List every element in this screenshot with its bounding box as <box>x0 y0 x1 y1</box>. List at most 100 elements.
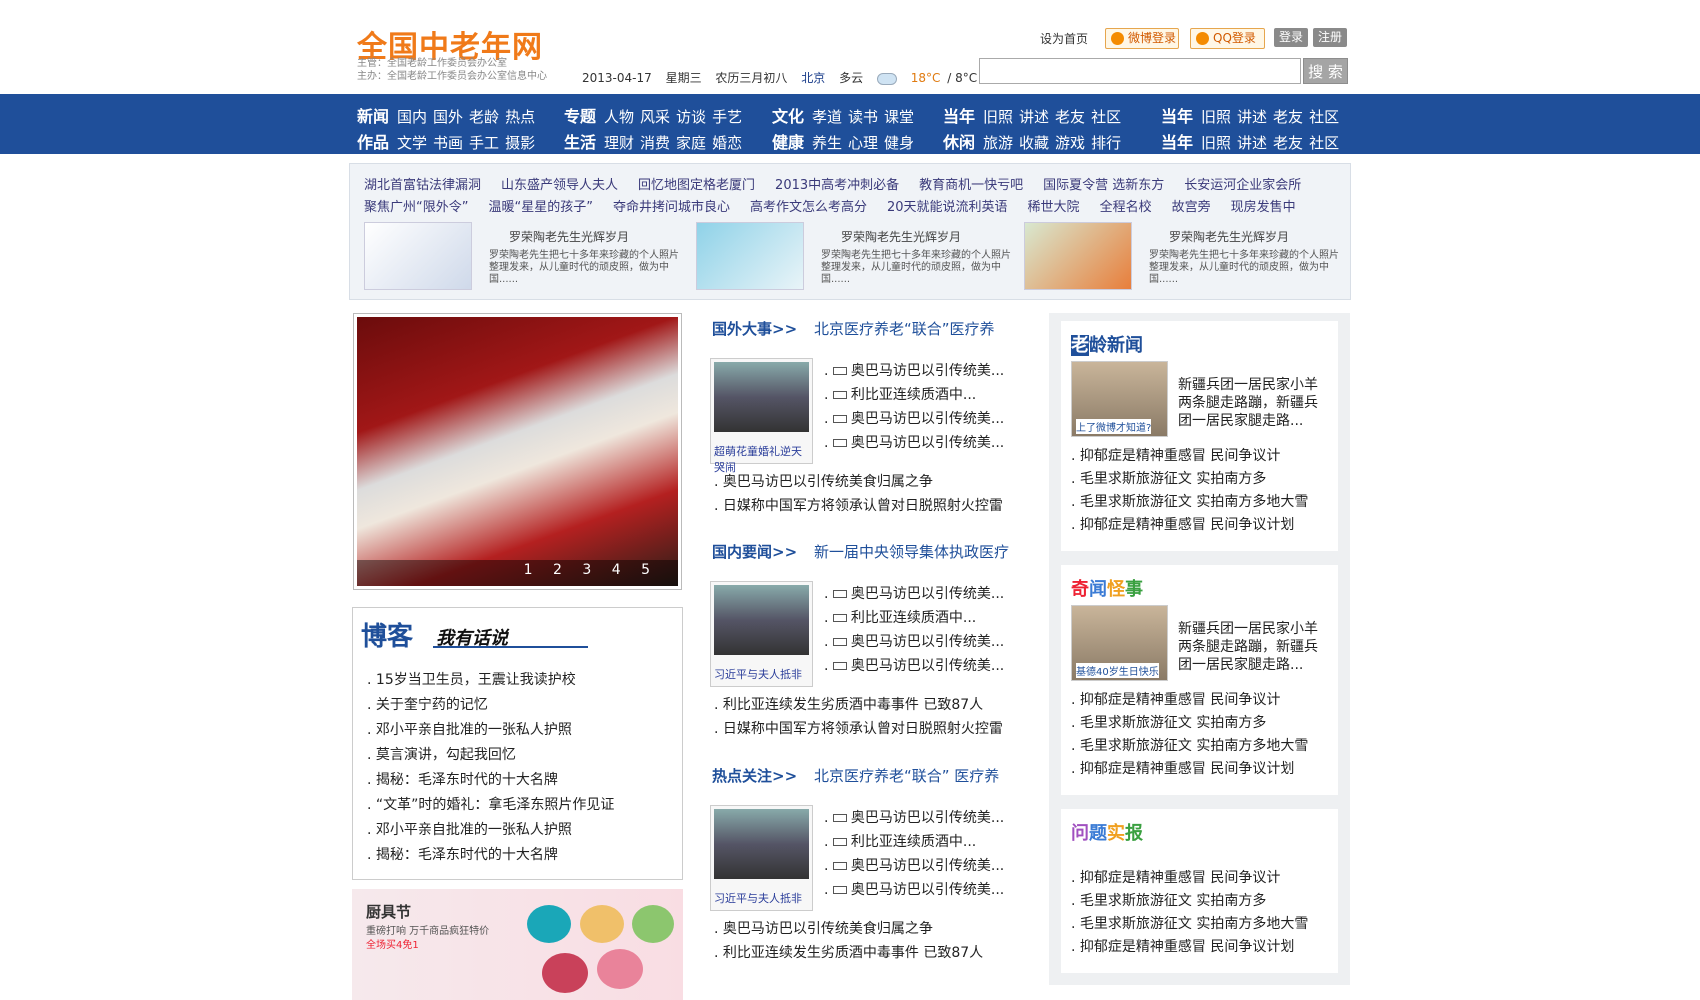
nav-item[interactable]: 健身 <box>884 134 914 152</box>
video-item[interactable]: . 奥巴马访巴以引传统美... <box>824 854 1004 878</box>
nav-item[interactable]: 国内 <box>397 108 427 126</box>
news-item[interactable]: . 利比亚连续发生劣质酒中毒事件 已致87人 <box>714 693 1003 717</box>
video-thumbnail[interactable]: 习近平与夫人抵非 <box>710 805 813 911</box>
panel-list-item[interactable]: . 毛里求斯旅游征文 实拍南方多地大雪 <box>1071 735 1308 758</box>
kitchen-ad-banner[interactable]: 厨具节 重磅打响 万千商品疯狂特价 全场买4免1 <box>352 889 683 1000</box>
video-item-text[interactable]: 奥巴马访巴以引传统美... <box>851 586 1004 602</box>
section-heading[interactable]: 热点关注>> <box>712 765 797 786</box>
product-image[interactable] <box>364 222 472 290</box>
video-screen[interactable] <box>714 809 809 879</box>
blog-item-text[interactable]: 邓小平亲自批准的一张私人护照 <box>376 722 572 738</box>
news-item-text[interactable]: 利比亚连续发生劣质酒中毒事件 已致87人 <box>723 697 983 713</box>
video-caption[interactable]: 习近平与夫人抵非 <box>714 666 802 682</box>
nav-item[interactable]: 手艺 <box>712 108 742 126</box>
nav-item[interactable]: 家庭 <box>676 134 706 152</box>
nav-item[interactable]: 养生 <box>812 134 842 152</box>
nav-item[interactable]: 课堂 <box>884 108 914 126</box>
video-item[interactable]: . 奥巴马访巴以引传统美... <box>824 359 1004 383</box>
panel-list-item[interactable]: . 抑郁症是精神重感冒 民间争议计 <box>1071 867 1308 890</box>
nav-item[interactable]: 风采 <box>640 108 670 126</box>
panel-list-text[interactable]: 抑郁症是精神重感冒 民间争议计 <box>1080 870 1280 886</box>
nav-head-row2[interactable]: 作品 <box>357 133 389 152</box>
video-item-text[interactable]: 利比亚连续质酒中... <box>851 834 976 850</box>
ad-link[interactable]: 现房发售中 <box>1231 200 1296 215</box>
slider-page-numbers[interactable]: 1 2 3 4 5 <box>524 562 658 578</box>
product-title[interactable]: 罗荣陶老先生光辉岁月 <box>1169 228 1289 245</box>
ad-link[interactable]: 稀世大院 <box>1028 200 1080 215</box>
set-home-link[interactable]: 设为首页 <box>1040 30 1088 47</box>
nav-item[interactable]: 社区 <box>1091 108 1121 126</box>
news-item-text[interactable]: 利比亚连续发生劣质酒中毒事件 已致87人 <box>723 945 983 961</box>
panel-list-item[interactable]: . 毛里求斯旅游征文 实拍南方多 <box>1071 890 1308 913</box>
panel-list-item[interactable]: . 抑郁症是精神重感冒 民间争议计划 <box>1071 936 1308 959</box>
video-screen[interactable] <box>714 362 809 432</box>
video-item-text[interactable]: 奥巴马访巴以引传统美... <box>851 810 1004 826</box>
nav-item[interactable]: 理财 <box>604 134 634 152</box>
ad-link[interactable]: 教育商机一快亏吧 <box>919 178 1023 193</box>
blog-item-text[interactable]: “文革”时的婚礼：拿毛泽东照片作见证 <box>376 797 615 813</box>
right-panel-title[interactable]: 老龄新闻 <box>1071 331 1143 357</box>
nav-item[interactable]: 旧照 <box>983 108 1013 126</box>
panel-summary[interactable]: 新疆兵团一居民家小羊两条腿走路蹦，新疆兵团一居民家腿走路... <box>1178 376 1330 430</box>
panel-list-text[interactable]: 毛里求斯旅游征文 实拍南方多 <box>1080 471 1266 487</box>
video-item[interactable]: . 奥巴马访巴以引传统美... <box>824 407 1004 431</box>
panel-list-item[interactable]: . 抑郁症是精神重感冒 民间争议计 <box>1071 445 1308 468</box>
video-item[interactable]: . 奥巴马访巴以引传统美... <box>824 806 1004 830</box>
nav-item[interactable]: 手工 <box>469 134 499 152</box>
panel-list-text[interactable]: 抑郁症是精神重感冒 民间争议计划 <box>1080 939 1294 955</box>
blog-item[interactable]: . 莫言演讲，勾起我回忆 <box>367 743 614 768</box>
nav-item[interactable]: 社区 <box>1309 134 1339 152</box>
news-item-text[interactable]: 奥巴马访巴以引传统美食归属之争 <box>723 921 933 937</box>
search-button[interactable]: 搜 索 <box>1303 58 1348 84</box>
video-item-text[interactable]: 奥巴马访巴以引传统美... <box>851 658 1004 674</box>
panel-list-item[interactable]: . 抑郁症是精神重感冒 民间争议计 <box>1071 689 1308 712</box>
nav-item[interactable]: 读书 <box>848 108 878 126</box>
blog-item[interactable]: . 邓小平亲自批准的一张私人护照 <box>367 718 614 743</box>
ad-link[interactable]: 20天就能说流利英语 <box>887 200 1008 215</box>
qq-login-button[interactable]: QQ登录 <box>1190 28 1265 49</box>
panel-thumbnail[interactable]: 上了微博才知道? <box>1071 361 1168 437</box>
ad-link[interactable]: 全程名校 <box>1100 200 1152 215</box>
video-item[interactable]: . 利比亚连续质酒中... <box>824 606 1004 630</box>
product-card[interactable]: 罗荣陶老先生光辉岁月 罗荣陶老先生把七十多年来珍藏的个人照片整理发来，从儿童时代的… <box>696 222 1026 292</box>
video-item[interactable]: . 奥巴马访巴以引传统美... <box>824 582 1004 606</box>
ad-link[interactable]: 山东盛产领导人夫人 <box>501 178 618 193</box>
video-item[interactable]: . 奥巴马访巴以引传统美... <box>824 630 1004 654</box>
thumbnail-caption[interactable]: 上了微博才知道? <box>1076 419 1152 434</box>
panel-summary[interactable]: 新疆兵团一居民家小羊两条腿走路蹦，新疆兵团一居民家腿走路... <box>1178 620 1330 674</box>
nav-item[interactable]: 旅游 <box>983 134 1013 152</box>
nav-item[interactable]: 老龄 <box>469 108 499 126</box>
video-item-text[interactable]: 奥巴马访巴以引传统美... <box>851 882 1004 898</box>
news-item[interactable]: . 日媒称中国军方将领承认曾对日脱照射火控雷 <box>714 494 1003 518</box>
nav-item[interactable]: 讲述 <box>1237 108 1267 126</box>
ad-link[interactable]: 聚焦广州“限外令” <box>364 200 468 215</box>
news-item[interactable]: . 奥巴马访巴以引传统美食归属之争 <box>714 470 1003 494</box>
nav-head-row1[interactable]: 专题 <box>564 107 596 126</box>
video-caption[interactable]: 习近平与夫人抵非 <box>714 890 802 906</box>
blog-item[interactable]: . “文革”时的婚礼：拿毛泽东照片作见证 <box>367 793 614 818</box>
blog-item[interactable]: . 揭秘：毛泽东时代的十大名牌 <box>367 768 614 793</box>
right-panel-title[interactable]: 问题实报 <box>1071 819 1143 845</box>
section-heading[interactable]: 国外大事>> <box>712 318 797 339</box>
section-headline[interactable]: 新一届中央领导集体执政医疗 <box>814 541 1009 562</box>
nav-item[interactable]: 孝道 <box>812 108 842 126</box>
nav-head-row2[interactable]: 健康 <box>772 133 804 152</box>
panel-list-text[interactable]: 毛里求斯旅游征文 实拍南方多地大雪 <box>1080 738 1308 754</box>
nav-head-row1[interactable]: 当年 <box>943 107 975 126</box>
video-thumbnail[interactable]: 超萌花童婚礼逆天哭闹 <box>710 358 813 474</box>
nav-item[interactable]: 人物 <box>604 108 634 126</box>
search-input[interactable] <box>979 58 1301 84</box>
nav-item[interactable]: 旧照 <box>1201 134 1231 152</box>
nav-item[interactable]: 摄影 <box>505 134 535 152</box>
video-item-text[interactable]: 利比亚连续质酒中... <box>851 610 976 626</box>
nav-head-row2[interactable]: 当年 <box>1161 133 1193 152</box>
nav-item[interactable]: 老友 <box>1055 108 1085 126</box>
news-item[interactable]: . 日媒称中国军方将领承认曾对日脱照射火控雷 <box>714 717 1003 741</box>
ad-link[interactable]: 2013中高考冲刺必备 <box>775 178 899 193</box>
weibo-login-button[interactable]: 微博登录 <box>1105 28 1179 49</box>
nav-item[interactable]: 访谈 <box>676 108 706 126</box>
panel-list-item[interactable]: . 毛里求斯旅游征文 实拍南方多 <box>1071 712 1308 735</box>
video-item[interactable]: . 奥巴马访巴以引传统美... <box>824 431 1004 455</box>
panel-list-text[interactable]: 抑郁症是精神重感冒 民间争议计 <box>1080 448 1280 464</box>
nav-item[interactable]: 讲述 <box>1237 134 1267 152</box>
